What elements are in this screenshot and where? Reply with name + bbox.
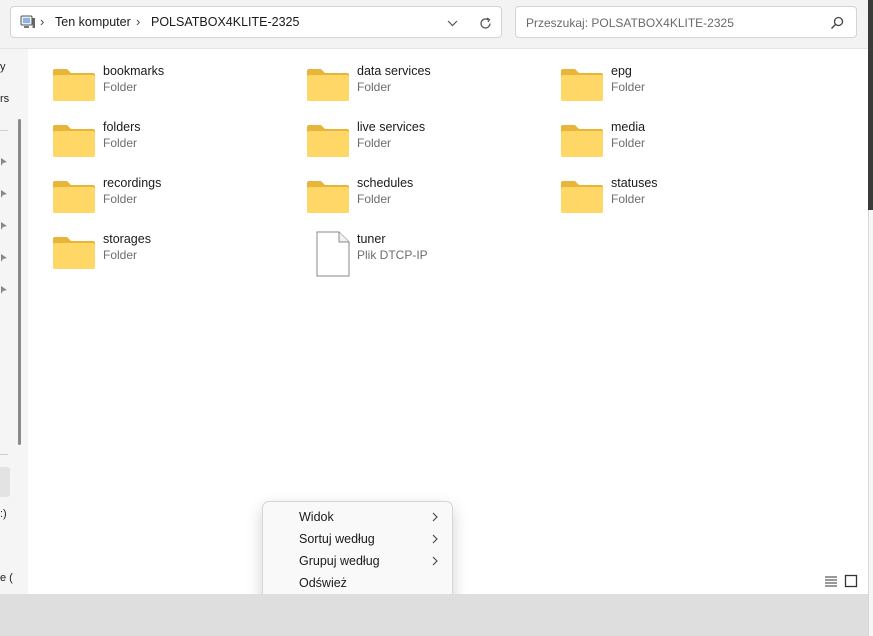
background-window-edge: [868, 0, 873, 636]
nav-item-selected[interactable]: [0, 467, 10, 497]
details-view-icon[interactable]: [824, 574, 838, 588]
folder-item[interactable]: folders Folder: [52, 119, 292, 163]
nav-item-fragment[interactable]: rs: [0, 93, 9, 105]
item-name: epg: [611, 64, 632, 78]
breadcrumb-device[interactable]: POLSATBOX4KLITE-2325: [151, 15, 299, 29]
item-name: data services: [357, 64, 431, 78]
chevron-right-icon: ›: [40, 14, 45, 29]
item-name: schedules: [357, 176, 414, 190]
chevron-right-icon: [432, 556, 438, 566]
large-icons-view-icon[interactable]: [844, 574, 858, 588]
search-box[interactable]: [515, 6, 857, 38]
folder-item[interactable]: bookmarks Folder: [52, 63, 292, 107]
navigation-pane: y rs :) e (: [0, 49, 28, 594]
folder-icon: [307, 69, 349, 101]
background-strip: [0, 594, 868, 636]
address-bar[interactable]: › Ten komputer › POLSATBOX4KLITE-2325: [10, 6, 502, 38]
background-window-light: [868, 210, 873, 636]
item-type: Folder: [103, 248, 138, 262]
chevron-right-icon: [432, 534, 438, 544]
refresh-button[interactable]: [475, 13, 495, 33]
search-icon: [831, 16, 844, 29]
chevron-down-icon: [447, 20, 457, 26]
address-dropdown-button[interactable]: [442, 13, 462, 33]
chevron-right-icon: ›: [136, 14, 141, 29]
folder-item[interactable]: statuses Folder: [560, 175, 800, 219]
this-pc-icon: [20, 15, 35, 28]
menu-item-label: Sortuj według: [299, 532, 375, 546]
background-window-dark: [868, 0, 873, 210]
pin-icon: [1, 190, 7, 198]
item-type: Folder: [611, 80, 646, 94]
pin-icon: [1, 254, 7, 262]
item-type: Folder: [357, 136, 392, 150]
folder-icon: [53, 69, 95, 101]
pin-icon: [1, 158, 7, 166]
folder-item[interactable]: data services Folder: [306, 63, 546, 107]
item-type: Folder: [611, 136, 646, 150]
folder-item[interactable]: schedules Folder: [306, 175, 546, 219]
nav-scrollbar-thumb[interactable]: [18, 119, 21, 445]
folder-icon: [561, 125, 603, 157]
folder-item[interactable]: live services Folder: [306, 119, 546, 163]
item-name: statuses: [611, 176, 658, 190]
menu-item-label: Widok: [299, 510, 334, 524]
item-type: Folder: [103, 136, 138, 150]
menu-item[interactable]: Odśwież: [267, 572, 448, 594]
file-icon: [316, 231, 350, 277]
folder-item[interactable]: storages Folder: [52, 231, 292, 275]
folder-item[interactable]: media Folder: [560, 119, 800, 163]
nav-divider: [0, 130, 8, 131]
top-bar: › Ten komputer › POLSATBOX4KLITE-2325: [0, 0, 868, 49]
item-name: media: [611, 120, 646, 134]
item-type: Folder: [357, 192, 392, 206]
file-item[interactable]: tuner Plik DTCP-IP: [306, 231, 546, 277]
item-type: Folder: [103, 80, 138, 94]
item-type: Folder: [611, 192, 646, 206]
view-buttons: [820, 574, 860, 588]
pin-icon: [1, 222, 7, 230]
menu-item[interactable]: Grupuj według: [267, 550, 448, 572]
folder-icon: [53, 237, 95, 269]
nav-item-fragment[interactable]: y: [0, 61, 6, 73]
item-name: folders: [103, 120, 141, 134]
folder-icon: [53, 181, 95, 213]
folder-icon: [307, 181, 349, 213]
search-input[interactable]: [524, 13, 828, 33]
nav-item-fragment[interactable]: e (: [0, 572, 13, 584]
chevron-right-icon: [432, 512, 438, 522]
item-name: tuner: [357, 232, 386, 246]
item-name: storages: [103, 232, 151, 246]
folder-icon: [561, 181, 603, 213]
breadcrumb-this-pc[interactable]: Ten komputer: [55, 15, 131, 29]
folder-icon: [561, 69, 603, 101]
folder-item[interactable]: recordings Folder: [52, 175, 292, 219]
nav-divider: [0, 454, 8, 455]
nav-item-fragment[interactable]: :): [0, 508, 7, 520]
item-name: recordings: [103, 176, 162, 190]
folder-icon: [53, 125, 95, 157]
item-type: Plik DTCP-IP: [357, 248, 428, 262]
pin-icon: [1, 286, 7, 294]
refresh-icon: [479, 16, 491, 29]
menu-item[interactable]: Widok: [267, 506, 448, 528]
menu-item[interactable]: Sortuj według: [267, 528, 448, 550]
folder-icon: [307, 125, 349, 157]
explorer-window: › Ten komputer › POLSATBOX4KLITE-2325 Pr…: [0, 0, 868, 594]
context-menu: WidokSortuj wedługGrupuj wedługOdświeżWk…: [262, 501, 453, 594]
item-type: Folder: [103, 192, 138, 206]
menu-item-label: Odśwież: [299, 576, 347, 590]
item-type: Folder: [357, 80, 392, 94]
item-name: live services: [357, 120, 426, 134]
item-name: bookmarks: [103, 64, 165, 78]
menu-item-label: Grupuj według: [299, 554, 380, 568]
folder-item[interactable]: epg Folder: [560, 63, 800, 107]
